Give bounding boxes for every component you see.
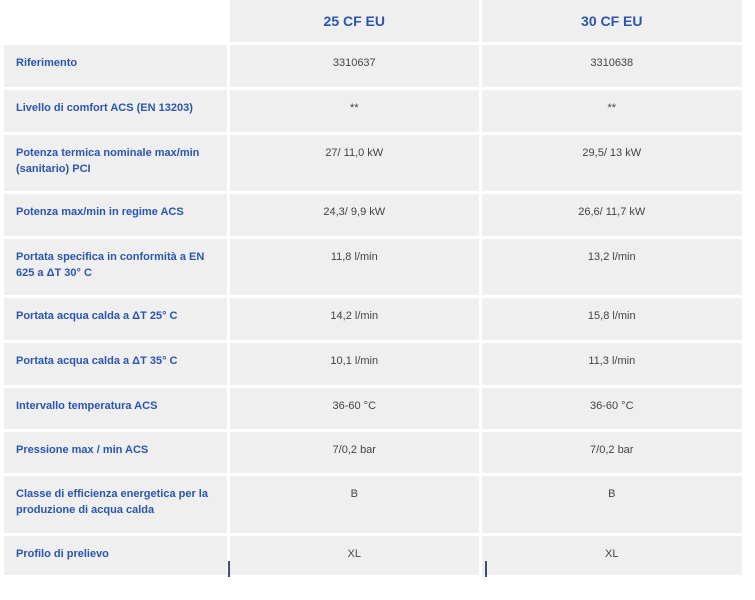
row-label: Profilo di prelievo — [4, 536, 230, 578]
row-value: 13,2 l/min — [481, 239, 742, 298]
row-value: 7/0,2 bar — [481, 432, 742, 476]
row-value: 3310638 — [481, 45, 742, 90]
row-value: 11,8 l/min — [230, 239, 482, 298]
row-value: 14,2 l/min — [230, 298, 482, 343]
row-value: 36-60 °C — [481, 388, 742, 432]
row-label: Portata acqua calda a ΔT 25° C — [4, 298, 230, 343]
row-value: XL — [230, 536, 482, 578]
row-label: Riferimento — [4, 45, 230, 90]
table-row: Livello di comfort ACS (EN 13203) ** ** — [4, 90, 742, 135]
row-label: Classe di efficienza energetica per la p… — [4, 476, 230, 536]
column-divider-tick — [228, 561, 230, 577]
row-label: Intervallo temperatura ACS — [4, 388, 230, 432]
row-value: 26,6/ 11,7 kW — [481, 194, 742, 239]
row-label: Livello di comfort ACS (EN 13203) — [4, 90, 230, 135]
table-row: Profilo di prelievo XL XL — [4, 536, 742, 578]
row-value: B — [230, 476, 482, 536]
row-value: 3310637 — [230, 45, 482, 90]
row-value: 24,3/ 9,9 kW — [230, 194, 482, 239]
table-row: Portata acqua calda a ΔT 35° C 10,1 l/mi… — [4, 343, 742, 388]
row-value: 10,1 l/min — [230, 343, 482, 388]
row-label: Potenza termica nominale max/min (sanita… — [4, 135, 230, 194]
table-row: Classe di efficienza energetica per la p… — [4, 476, 742, 536]
row-label: Portata acqua calda a ΔT 35° C — [4, 343, 230, 388]
table-row: Portata acqua calda a ΔT 25° C 14,2 l/mi… — [4, 298, 742, 343]
row-value: B — [481, 476, 742, 536]
row-value: 36-60 °C — [230, 388, 482, 432]
spec-table: 25 CF EU 30 CF EU Riferimento 3310637 33… — [4, 0, 742, 578]
corner-cell — [4, 0, 230, 45]
row-value: 15,8 l/min — [481, 298, 742, 343]
row-value: 7/0,2 bar — [230, 432, 482, 476]
row-label: Pressione max / min ACS — [4, 432, 230, 476]
row-label: Portata specifica in conformità a EN 625… — [4, 239, 230, 298]
table-row: Portata specifica in conformità a EN 625… — [4, 239, 742, 298]
table-row: Intervallo temperatura ACS 36-60 °C 36-6… — [4, 388, 742, 432]
row-value: ** — [481, 90, 742, 135]
row-label: Potenza max/min in regime ACS — [4, 194, 230, 239]
table-row: Potenza max/min in regime ACS 24,3/ 9,9 … — [4, 194, 742, 239]
row-value: 29,5/ 13 kW — [481, 135, 742, 194]
column-header-25cf: 25 CF EU — [230, 0, 482, 45]
column-divider-tick — [485, 561, 487, 577]
column-header-30cf: 30 CF EU — [481, 0, 742, 45]
row-value: XL — [481, 536, 742, 578]
row-value: 27/ 11,0 kW — [230, 135, 482, 194]
header-row: 25 CF EU 30 CF EU — [4, 0, 742, 45]
table-row: Potenza termica nominale max/min (sanita… — [4, 135, 742, 194]
table-row: Pressione max / min ACS 7/0,2 bar 7/0,2 … — [4, 432, 742, 476]
row-value: 11,3 l/min — [481, 343, 742, 388]
table-row: Riferimento 3310637 3310638 — [4, 45, 742, 90]
row-value: ** — [230, 90, 482, 135]
